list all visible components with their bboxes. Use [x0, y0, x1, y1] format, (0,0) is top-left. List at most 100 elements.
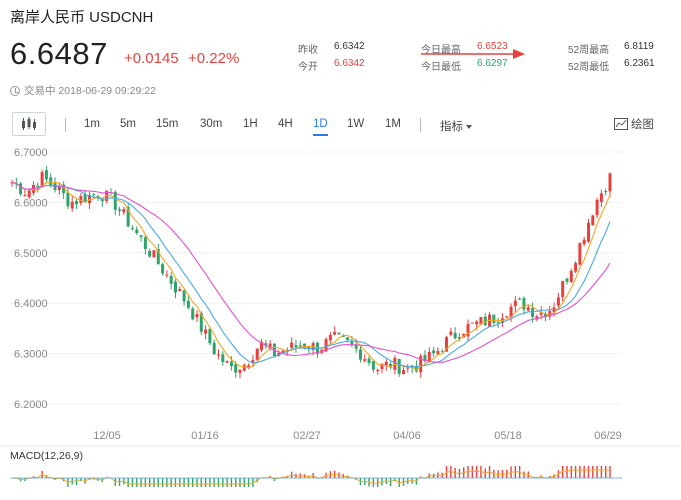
candle-body [191, 308, 195, 320]
candle-body [371, 361, 375, 370]
candle-body [294, 345, 298, 347]
candle-body [333, 332, 337, 335]
candle-body [92, 194, 96, 196]
candlestick-chart[interactable]: 6.7000 6.6000 6.5000 6.4000 6.3000 6.2000 12/0… [0, 142, 681, 500]
trading-status: 交易中 2018-06-29 09:29:22 [10, 83, 156, 98]
week52-low-stat: 52周最低 6.2361 [568, 58, 655, 73]
prev-close-value: 6.6342 [334, 41, 365, 52]
price-change-absolute: +0.0145 [124, 50, 179, 67]
y-tick-label: 6.2000 [14, 399, 48, 411]
period-1h[interactable]: 1H [243, 118, 258, 130]
x-tick-label: 05/18 [494, 430, 522, 442]
chart-type-button[interactable] [12, 112, 46, 136]
clock-icon [10, 85, 20, 96]
week52-high-stat: 52周最高 6.8119 [568, 41, 654, 56]
candle-body [234, 364, 238, 373]
trading-status-text: 交易中 2018-06-29 09:29:22 [24, 85, 156, 97]
candle-body [221, 354, 225, 362]
period-1d[interactable]: 1D [313, 118, 328, 136]
candle-body [212, 342, 216, 355]
candle-body [453, 332, 457, 339]
draw-button[interactable]: 绘图 [614, 116, 654, 132]
x-tick-label: 04/06 [393, 430, 421, 442]
candle-body [436, 351, 440, 355]
period-1month[interactable]: 1M [385, 118, 401, 130]
y-tick-label: 6.3000 [14, 349, 48, 361]
candle-body [242, 364, 246, 371]
candle-body [44, 170, 48, 180]
price-chart[interactable]: 6.7000 6.6000 6.5000 6.4000 6.3000 6.2000 12/0… [0, 142, 681, 500]
period-4h[interactable]: 4H [278, 118, 293, 130]
indicator-dropdown[interactable]: 指标 [440, 118, 472, 134]
day-low-label: 今日最低 [421, 62, 461, 73]
period-30m[interactable]: 30m [200, 118, 222, 130]
candle-body [143, 237, 147, 249]
x-tick-label: 06/29 [594, 430, 622, 442]
candle-body [496, 321, 500, 323]
indicator-label: 指标 [440, 121, 463, 133]
period-1w[interactable]: 1W [347, 118, 364, 130]
candle-body [556, 297, 560, 306]
prev-close-stat: 昨收 6.6342 [298, 41, 365, 56]
candle-body [290, 342, 294, 348]
candle-body [165, 274, 169, 276]
candle-body [531, 308, 535, 317]
period-1m[interactable]: 1m [84, 118, 100, 130]
period-5m[interactable]: 5m [120, 118, 136, 130]
candle-body [247, 365, 251, 368]
candle-body [432, 350, 436, 354]
week52-low-label: 52周最低 [568, 62, 610, 73]
y-tick-label: 6.6000 [14, 197, 48, 209]
candle-body [173, 281, 177, 293]
candle-body [130, 228, 134, 230]
candle-body [268, 343, 272, 347]
candle-body [186, 300, 190, 308]
chevron-down-icon [466, 124, 472, 129]
candle-body [255, 348, 259, 360]
candle-body [492, 314, 496, 323]
candle-body [526, 307, 530, 311]
open-stat: 今开 6.6342 [298, 58, 365, 73]
open-label: 今开 [298, 62, 318, 73]
draw-icon [614, 118, 628, 130]
candle-body [565, 278, 569, 282]
candle-body [475, 321, 479, 325]
candle-body [513, 300, 517, 307]
candlestick-icon [22, 117, 36, 130]
week52-low-value: 6.2361 [624, 58, 655, 69]
candle-body [57, 186, 61, 191]
candle-body [595, 199, 599, 216]
candle-body [298, 345, 302, 347]
candle-body [169, 276, 173, 284]
candle-body [152, 250, 156, 258]
red-arrow-annotation [421, 49, 525, 59]
candle-body [376, 369, 380, 371]
candle-body [358, 349, 362, 360]
candle-body [561, 281, 565, 297]
candle-body [569, 270, 573, 283]
candle-body [449, 331, 453, 335]
period-15m[interactable]: 15m [156, 118, 178, 130]
instrument-title: 离岸人民币 USDCNH [10, 9, 154, 26]
candle-body [118, 209, 122, 211]
candle-body [604, 191, 608, 193]
candle-body [208, 328, 212, 344]
candle-body [66, 192, 70, 207]
candle-body [367, 358, 371, 364]
day-low-stat: 今日最低 6.6297 [421, 58, 508, 73]
macd-label: MACD(12,26,9) [10, 450, 83, 462]
candle-body [75, 201, 79, 205]
candle-body [470, 322, 474, 324]
candle-body [599, 193, 603, 202]
candle-body [363, 359, 367, 361]
week52-high-value: 6.8119 [624, 41, 654, 52]
candle-body [328, 334, 332, 341]
candle-body [148, 250, 152, 257]
candle-body [113, 191, 117, 210]
candle-body [483, 316, 487, 326]
candle-body [505, 316, 509, 318]
candle-body [225, 360, 229, 363]
toolbar-divider [65, 118, 66, 132]
candle-body [401, 370, 405, 375]
candle-body [161, 264, 165, 274]
